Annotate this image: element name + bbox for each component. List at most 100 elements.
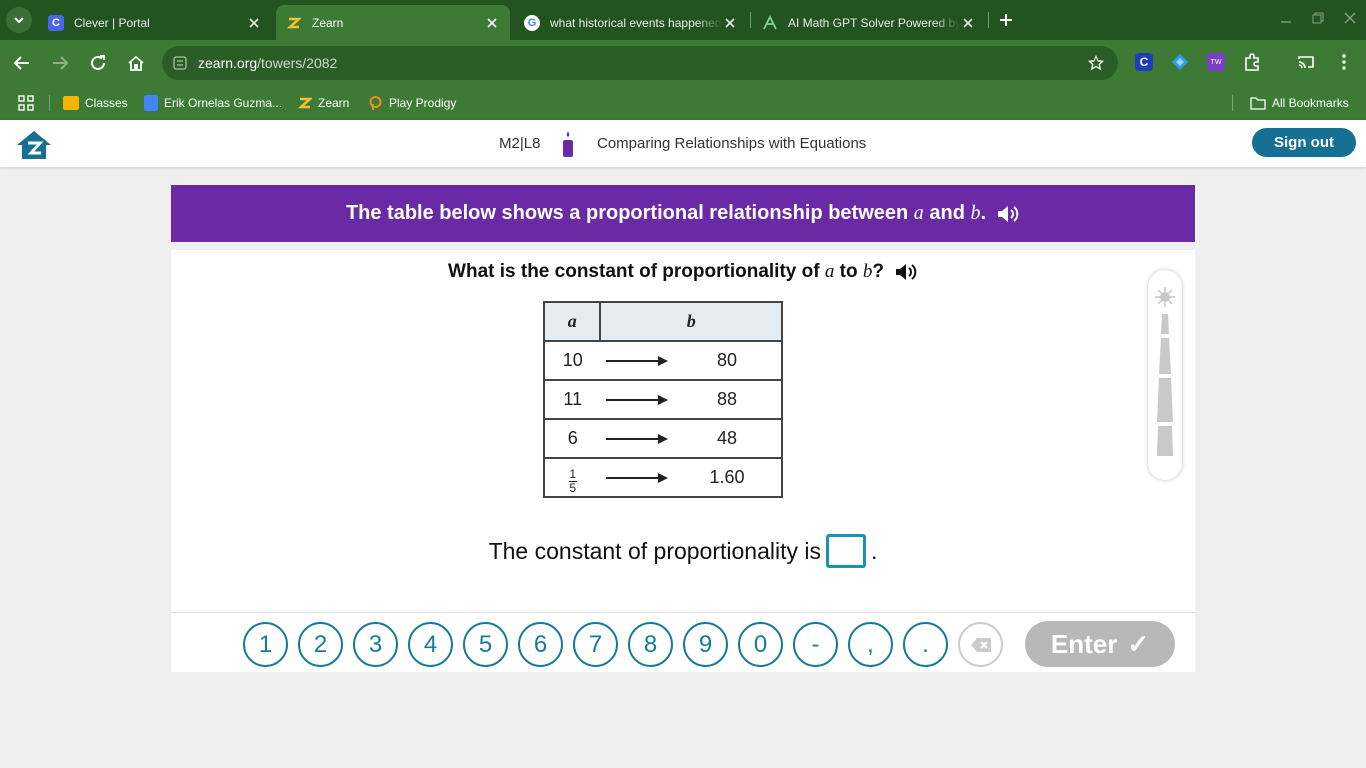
close-icon[interactable]: [722, 15, 738, 31]
docs-icon: [144, 95, 158, 111]
minimize-icon[interactable]: [1278, 10, 1294, 26]
enter-button[interactable]: Enter ✓: [1025, 621, 1175, 667]
tab-separator: [750, 12, 751, 28]
backspace-button[interactable]: [958, 622, 1003, 667]
table-row: 11 88: [542, 379, 783, 420]
banner-prefix: The table below shows a proportional rel…: [345, 202, 909, 224]
classroom-icon: [63, 96, 79, 110]
close-icon[interactable]: [960, 15, 976, 31]
key-1[interactable]: 1: [243, 622, 288, 667]
check-icon: ✓: [1127, 628, 1150, 659]
diamond-extension-icon[interactable]: [1170, 52, 1190, 72]
folder-icon: [1250, 97, 1266, 110]
speaker-icon[interactable]: [996, 204, 1020, 224]
lesson-code: M2|L8: [499, 135, 541, 152]
tower-rocket-icon: [1155, 287, 1175, 456]
reload-button[interactable]: [87, 52, 109, 74]
prodigy-icon: [369, 95, 382, 110]
table-row: 6 48: [542, 418, 783, 459]
arrow-icon: [600, 418, 674, 459]
key-7[interactable]: 7: [573, 622, 618, 667]
cell-b: 80: [673, 340, 783, 381]
key-9[interactable]: 9: [683, 622, 728, 667]
arrow-left-icon: [13, 56, 29, 70]
browser-tab-strip: C Clever | Portal Zearn G what historica…: [0, 0, 1366, 40]
new-tab-button[interactable]: [996, 10, 1016, 30]
question-var-b: b: [862, 261, 873, 282]
table-row: 10 80: [542, 340, 783, 381]
bookmark-prodigy[interactable]: Play Prodigy: [368, 93, 456, 113]
bookmark-doc[interactable]: Erik Ornelas Guzma...: [144, 93, 282, 113]
bookmark-separator: [1232, 95, 1233, 111]
question: What is the constant of proportionality …: [171, 261, 1195, 283]
arrow-icon: [600, 379, 674, 420]
backspace-icon: [970, 637, 991, 652]
bookmark-star-icon[interactable]: [1088, 55, 1104, 71]
key-4[interactable]: 4: [408, 622, 453, 667]
answer-input[interactable]: [826, 534, 866, 568]
zearn-home-icon[interactable]: [16, 130, 52, 160]
arrow-icon: [600, 457, 674, 498]
banner-var-b: b: [970, 202, 981, 224]
question-text: What is the constant of proportionality …: [448, 261, 884, 283]
clever-extension-icon[interactable]: C: [1134, 52, 1154, 72]
address-bar[interactable]: zearn.org/towers/2082: [162, 46, 1118, 80]
banner-text: The table below shows a proportional rel…: [346, 202, 986, 225]
restore-icon[interactable]: [1310, 10, 1326, 26]
sign-out-button[interactable]: Sign out: [1252, 128, 1356, 157]
fraction-denominator: 5: [569, 480, 577, 495]
header-a: a: [542, 301, 602, 342]
tab-google-search[interactable]: G what historical events happened: [514, 5, 748, 40]
close-icon[interactable]: [484, 15, 500, 31]
reload-icon: [91, 55, 105, 70]
chevron-down-icon: [14, 17, 24, 24]
extensions-puzzle-icon[interactable]: [1242, 52, 1262, 72]
tab-separator: [988, 12, 989, 28]
answer-line: The constant of proportionality is .: [171, 534, 1195, 568]
key-6[interactable]: 6: [518, 622, 563, 667]
close-icon[interactable]: [246, 15, 262, 31]
number-keypad: 1 2 3 4 5 6 7 8 9 0 - , . Enter ✓: [171, 612, 1195, 672]
close-window-icon[interactable]: [1342, 10, 1358, 26]
key-2[interactable]: 2: [298, 622, 343, 667]
forward-button[interactable]: [49, 52, 71, 74]
puzzle-purple-extension-icon[interactable]: TW: [1206, 52, 1226, 72]
key-decimal[interactable]: .: [903, 622, 948, 667]
tab-clever[interactable]: C Clever | Portal: [38, 5, 272, 40]
bookmark-separator: [49, 95, 50, 111]
arrow-icon: [600, 340, 674, 381]
tab-search-button[interactable]: [6, 7, 32, 33]
apps-grid-icon[interactable]: [18, 93, 34, 113]
home-button[interactable]: [125, 52, 147, 74]
key-8[interactable]: 8: [628, 622, 673, 667]
key-3[interactable]: 3: [353, 622, 398, 667]
cast-icon[interactable]: [1296, 52, 1316, 72]
problem-card: What is the constant of proportionality …: [171, 250, 1195, 672]
plus-icon: [1000, 14, 1012, 26]
table-row: 1 5 1.60: [542, 457, 783, 498]
back-button[interactable]: [11, 52, 33, 74]
cell-a: 11: [542, 379, 601, 420]
site-info-icon[interactable]: [173, 56, 187, 70]
bookmarks-bar: Classes Erik Ornelas Guzma... Zearn Play…: [0, 86, 1366, 120]
kebab-menu-icon[interactable]: [1334, 52, 1354, 72]
bookmark-classes[interactable]: Classes: [63, 93, 128, 113]
browser-toolbar: zearn.org/towers/2082 C TW: [0, 40, 1366, 86]
lesson-title: Comparing Relationships with Equations: [597, 135, 867, 152]
tab-title: AI Math GPT Solver Powered by: [788, 15, 960, 30]
question-suffix: ?: [872, 261, 884, 282]
bookmark-zearn[interactable]: Zearn: [298, 93, 349, 113]
speaker-icon[interactable]: [894, 262, 918, 282]
tab-ai-math[interactable]: AI Math GPT Solver Powered by: [752, 5, 986, 40]
banner-var-a: a: [913, 202, 924, 224]
tab-zearn[interactable]: Zearn: [276, 5, 510, 40]
header-b: b: [599, 301, 783, 342]
key-5[interactable]: 5: [463, 622, 508, 667]
all-bookmarks[interactable]: All Bookmarks: [1250, 93, 1349, 113]
ratio-table: a b 10 80 11 88 6 48 1 5 1.60: [542, 301, 783, 498]
key-0[interactable]: 0: [738, 622, 783, 667]
cell-a: 6: [542, 418, 601, 459]
key-comma[interactable]: ,: [848, 622, 893, 667]
key-minus[interactable]: -: [793, 622, 838, 667]
banner-suffix: .: [980, 202, 987, 224]
